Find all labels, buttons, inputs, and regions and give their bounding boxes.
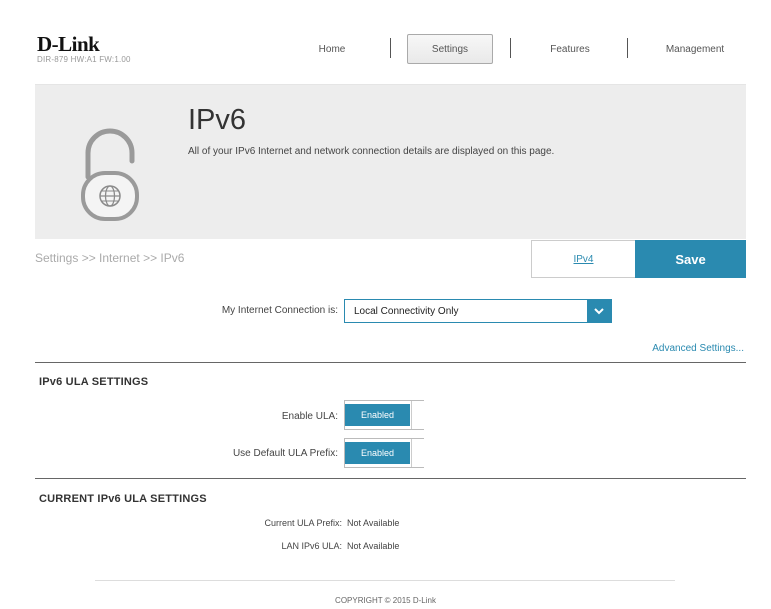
lan-ipv6-ula-label: LAN IPv6 ULA: — [281, 541, 342, 551]
nav-divider — [390, 38, 391, 58]
connection-select[interactable]: Local Connectivity Only — [344, 299, 612, 323]
current-ula-prefix-label: Current ULA Prefix: — [264, 518, 342, 528]
nav-home[interactable]: Home — [296, 34, 368, 64]
nav-management[interactable]: Management — [640, 34, 750, 64]
connection-value: Local Connectivity Only — [354, 305, 459, 317]
current-ula-title: CURRENT IPv6 ULA SETTINGS — [39, 493, 207, 505]
current-ula-prefix-value: Not Available — [347, 518, 400, 528]
chevron-down-icon[interactable] — [587, 300, 611, 322]
section-divider — [35, 362, 746, 363]
nav-divider — [627, 38, 628, 58]
page-title: IPv6 — [188, 104, 247, 136]
model-info: DIR-879 HW:A1 FW:1.00 — [37, 55, 131, 64]
toggle-state: Enabled — [345, 442, 410, 464]
page-description: All of your IPv6 Internet and network co… — [188, 146, 555, 157]
save-button[interactable]: Save — [635, 240, 746, 278]
enable-ula-toggle[interactable]: Enabled — [344, 400, 424, 430]
toggle-knob — [411, 439, 424, 467]
enable-ula-label: Enable ULA: — [281, 411, 338, 422]
breadcrumb: Settings >> Internet >> IPv6 — [35, 251, 185, 265]
default-ula-prefix-label: Use Default ULA Prefix: — [232, 448, 338, 459]
ula-settings-title: IPv6 ULA SETTINGS — [39, 376, 149, 388]
default-ula-prefix-toggle[interactable]: Enabled — [344, 438, 424, 468]
toggle-knob — [411, 401, 424, 429]
nav-divider — [510, 38, 511, 58]
dlink-logo[interactable]: D-Link — [37, 32, 100, 57]
header: D-Link DIR-879 HW:A1 FW:1.00 Home Settin… — [0, 0, 771, 84]
page-banner — [35, 84, 746, 239]
nav-settings[interactable]: Settings — [407, 34, 493, 64]
copyright: COPYRIGHT © 2015 D-Link — [335, 596, 436, 605]
section-divider — [35, 478, 746, 479]
lan-ipv6-ula-value: Not Available — [347, 541, 400, 551]
toggle-state: Enabled — [345, 404, 410, 426]
connection-label: My Internet Connection is: — [221, 305, 338, 316]
footer-divider — [95, 580, 675, 581]
nav-features[interactable]: Features — [530, 34, 610, 64]
lock-globe-icon — [81, 128, 139, 221]
advanced-settings-link[interactable]: Advanced Settings... — [611, 343, 744, 354]
ipv4-link[interactable]: IPv4 — [531, 240, 635, 278]
